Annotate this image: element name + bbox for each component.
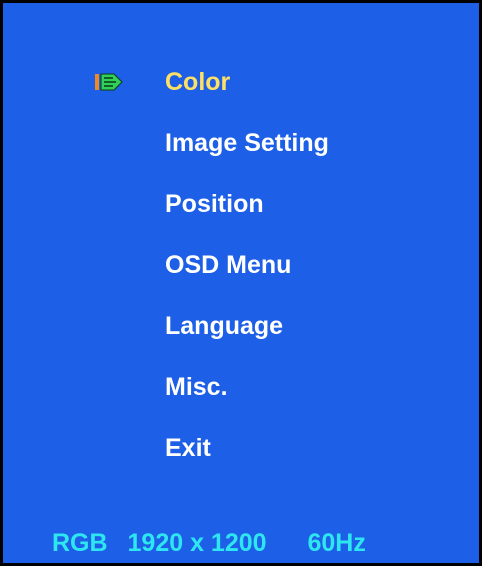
- osd-menu-list: Color Image Setting Position OSD Menu La…: [3, 65, 479, 492]
- menu-item-label: Language: [165, 312, 284, 340]
- menu-item-osd-menu[interactable]: OSD Menu: [3, 248, 479, 309]
- selection-arrow-icon: [95, 73, 123, 91]
- menu-item-color[interactable]: Color: [3, 65, 479, 126]
- menu-item-label: OSD Menu: [165, 251, 292, 279]
- menu-item-misc[interactable]: Misc.: [3, 370, 479, 431]
- menu-item-exit[interactable]: Exit: [3, 431, 479, 492]
- menu-item-language[interactable]: Language: [3, 309, 479, 370]
- menu-item-label: Image Setting: [165, 129, 329, 157]
- menu-item-label: Position: [165, 190, 264, 218]
- menu-item-label: Exit: [165, 434, 211, 462]
- signal-resolution: 1920 x 1200: [127, 529, 267, 557]
- menu-item-image-setting[interactable]: Image Setting: [3, 126, 479, 187]
- menu-item-label: Misc.: [165, 373, 228, 401]
- menu-item-position[interactable]: Position: [3, 187, 479, 248]
- signal-status-bar: RGB 1920 x 1200 60Hz: [52, 525, 366, 561]
- signal-refresh-rate: 60Hz: [307, 529, 366, 557]
- osd-main-menu: Color Image Setting Position OSD Menu La…: [0, 0, 482, 566]
- menu-item-label: Color: [165, 68, 231, 96]
- signal-type: RGB: [52, 529, 108, 557]
